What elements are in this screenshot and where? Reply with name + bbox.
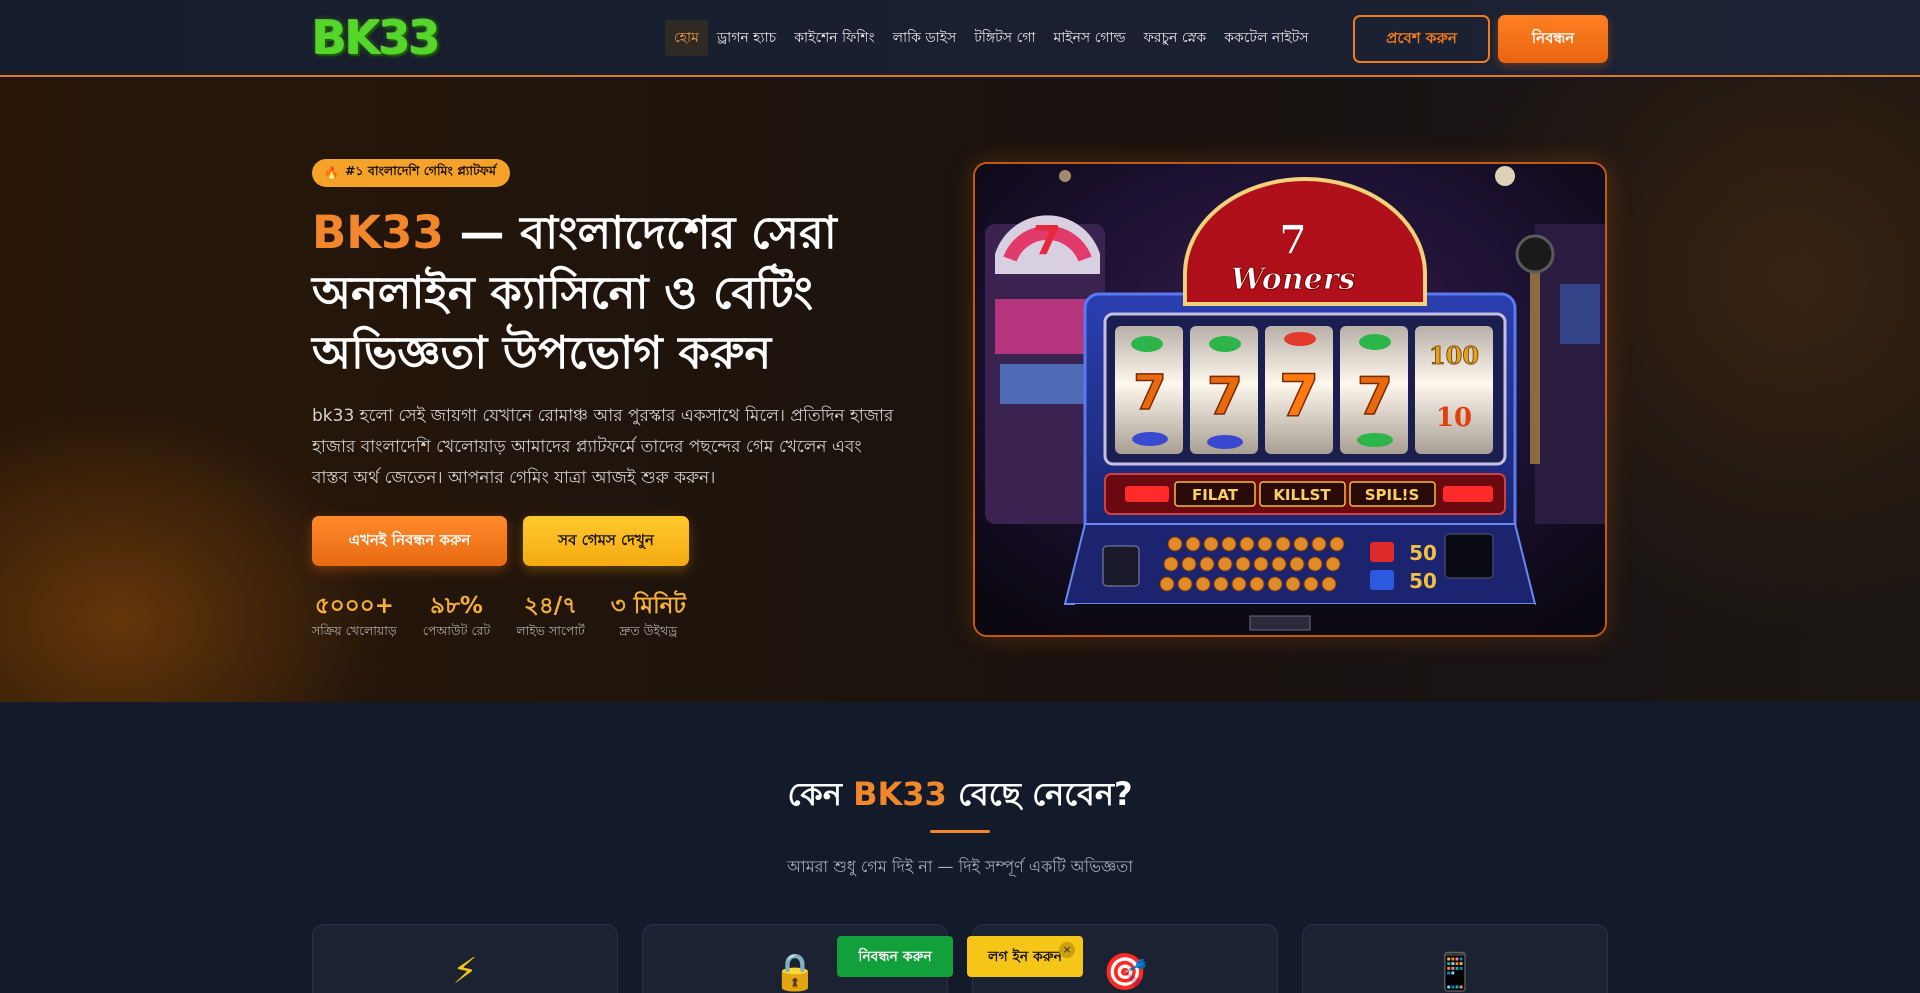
slot-panel-label: SPIL!S bbox=[1365, 486, 1420, 504]
slot-panel-label: KILLST bbox=[1273, 486, 1331, 504]
reel-symbol: 7 bbox=[1133, 365, 1166, 421]
top-navbar: BK33 হোম ড্রাগন হ্যাচ কাইশেন ফিশিং লাকি … bbox=[0, 0, 1920, 77]
feature-card-mobile: 📱 bbox=[1302, 924, 1608, 993]
credit-display: 50 bbox=[1409, 569, 1437, 593]
section-title-suffix: বেছে নেবেন? bbox=[946, 775, 1133, 813]
reel-symbol: 7 bbox=[1357, 367, 1393, 427]
nav-item-tongits-go[interactable]: টঙ্গিটস গো bbox=[965, 20, 1044, 56]
register-now-button[interactable]: এখনই নিবন্ধন করুন bbox=[312, 516, 507, 566]
reel-symbol: 7 bbox=[1279, 362, 1319, 430]
stat-live-support: ২৪/৭ লাইভ সাপোর্ট bbox=[516, 591, 585, 643]
badge-label: #১ বাংলাদেশি গেমিং প্ল্যাটফর্ম bbox=[344, 163, 496, 178]
svg-text:10: 10 bbox=[1436, 403, 1472, 433]
why-choose-section: কেন BK33 বেছে নেবেন? আমরা শুধু গেম দিই ন… bbox=[0, 702, 1920, 993]
slot-panel-label: FILAT bbox=[1192, 486, 1239, 504]
mobile-phone-icon: 📱 bbox=[1432, 952, 1478, 993]
slot-sign-text: Woners bbox=[1231, 262, 1356, 297]
section-subtitle: আমরা শুধু গেম দিই না — দিই সম্পূর্ণ একটি… bbox=[787, 857, 1133, 876]
section-title: কেন BK33 বেছে নেবেন? bbox=[0, 772, 1920, 816]
stat-fast-withdraw: ৩ মিনিট দ্রুত উইথড্র bbox=[611, 591, 686, 643]
main-nav: হোম ড্রাগন হ্যাচ কাইশেন ফিশিং লাকি ডাইস … bbox=[665, 20, 1318, 56]
fire-icon: 🔥 bbox=[324, 166, 339, 180]
close-icon[interactable]: × bbox=[1059, 942, 1075, 958]
hero-section: 🔥 #১ বাংলাদেশি গেমিং প্ল্যাটফর্ম BK33 — … bbox=[0, 79, 1920, 702]
hero-description: bk33 হলো সেই জায়গা যেখানে রোমাঞ্চ আর পু… bbox=[312, 406, 894, 488]
svg-text:7: 7 bbox=[1279, 217, 1307, 264]
hero-title: BK33 — বাংলাদেশের সেরা অনলাইন ক্যাসিনো ও… bbox=[312, 203, 932, 383]
view-all-games-button[interactable]: সব গেমস দেখুন bbox=[523, 516, 689, 566]
stat-payout-rate: ৯৮% পেআউট রেট bbox=[423, 591, 490, 643]
nav-item-kaishen-fishing[interactable]: কাইশেন ফিশিং bbox=[785, 20, 883, 56]
svg-text:7: 7 bbox=[1033, 218, 1061, 264]
nav-item-home[interactable]: হোম bbox=[665, 20, 708, 56]
stat-label: সক্রিয় খেলোয়াড় bbox=[312, 623, 397, 638]
stat-label: পেআউট রেট bbox=[422, 623, 491, 638]
nav-item-mines-gold[interactable]: মাইনস গোল্ড bbox=[1044, 20, 1134, 56]
nav-item-fortune-snake[interactable]: ফরচুন স্নেক bbox=[1135, 20, 1216, 56]
nav-item-cocktail-nights[interactable]: ককটেল নাইটস bbox=[1215, 20, 1317, 56]
nav-item-lucky-dice[interactable]: লাকি ডাইস bbox=[884, 20, 966, 56]
brand-logo[interactable]: BK33 bbox=[312, 12, 441, 64]
section-title-brand: BK33 bbox=[853, 775, 947, 813]
stat-label: লাইভ সাপোর্ট bbox=[516, 623, 585, 638]
hero-title-brand: BK33 bbox=[312, 206, 444, 259]
stat-value: ৯৮% bbox=[430, 593, 483, 619]
register-button[interactable]: নিবন্ধন bbox=[1498, 15, 1608, 63]
stat-value: ২৪/৭ bbox=[523, 593, 578, 619]
section-title-prefix: কেন bbox=[787, 775, 854, 813]
floating-register-button[interactable]: নিবন্ধন করুন bbox=[837, 936, 953, 977]
feature-card-speed: ⚡ bbox=[312, 924, 618, 993]
slot-machine-image: 7 7 Woners 7 7 7 7 100 10 FILAT KILLST S… bbox=[973, 162, 1607, 637]
stat-active-players: ৫০০০+ সক্রিয় খেলোয়াড় bbox=[312, 591, 397, 643]
platform-badge: 🔥 #১ বাংলাদেশি গেমিং প্ল্যাটফর্ম bbox=[312, 159, 510, 187]
stats-row: ৫০০০+ সক্রিয় খেলোয়াড় ৯৮% পেআউট রেট ২৪… bbox=[312, 591, 686, 643]
stat-label: দ্রুত উইথড্র bbox=[619, 623, 678, 638]
stat-value: ৫০০০+ bbox=[314, 593, 394, 619]
lightning-icon: ⚡ bbox=[452, 951, 478, 992]
title-underline bbox=[930, 830, 990, 833]
login-button[interactable]: প্রবেশ করুন bbox=[1353, 15, 1490, 63]
stat-value: ৩ মিনিট bbox=[610, 593, 686, 619]
credit-display: 50 bbox=[1409, 541, 1437, 565]
slot-machine-illustration: 7 7 Woners 7 7 7 7 100 10 FILAT KILLST S… bbox=[975, 164, 1605, 635]
reel-symbol: 7 bbox=[1207, 367, 1243, 427]
reel-symbol: 100 bbox=[1429, 341, 1479, 370]
nav-item-dragon-hatch[interactable]: ড্রাগন হ্যাচ bbox=[708, 20, 785, 56]
